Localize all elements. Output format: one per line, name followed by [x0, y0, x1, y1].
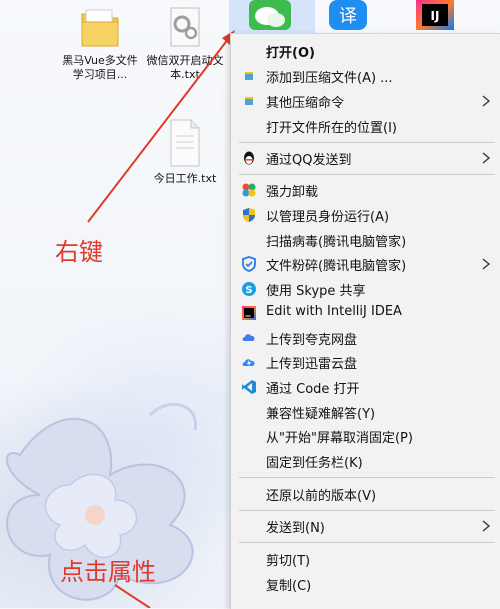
menu-item-label: 兼容性疑难解答(Y) [266, 407, 376, 422]
menu-item-force-uninstall[interactable]: 强力卸载 [231, 178, 500, 202]
menu-item-unpin-start[interactable]: 从"开始"屏幕取消固定(P) [231, 424, 500, 448]
menu-item-edit-intellij[interactable]: Edit with IntelliJ IDEA [231, 301, 500, 325]
vscode-icon [241, 379, 257, 395]
menu-item-label: 强力卸载 [266, 185, 319, 200]
menu-item-run-as-admin[interactable]: 以管理员身份运行(A) [231, 203, 500, 227]
desktop-icon-label: 今日工作.txt [153, 172, 217, 185]
desktop-icon-label: 黑马Vue多文件学习项目... [62, 54, 138, 81]
shredder-icon [241, 256, 257, 272]
menu-item-upload-quark[interactable]: 上传到夸克网盘 [231, 326, 500, 350]
menu-item-open[interactable]: 打开(O) [231, 39, 500, 63]
menu-item-label: 发送到(N) [266, 521, 325, 536]
submenu-arrow-icon [482, 95, 491, 107]
menu-item-upload-xunlei[interactable]: 上传到迅雷云盘 [231, 350, 500, 374]
context-menu: 打开(O) 添加到压缩文件(A) ... 其他压缩命令 打开文件所在的位置(I)… [230, 33, 500, 609]
menu-item-other-compress[interactable]: 其他压缩命令 [231, 89, 500, 113]
menu-separator [239, 510, 495, 511]
submenu-arrow-icon [482, 258, 491, 270]
menu-item-label: 以管理员身份运行(A) [266, 210, 390, 225]
intellij-small-icon [241, 305, 257, 321]
translate-icon-text: 译 [339, 6, 357, 27]
menu-item-skype-share[interactable]: S 使用 Skype 共享 [231, 277, 500, 301]
menu-item-compat-troubleshoot[interactable]: 兼容性疑难解答(Y) [231, 400, 500, 424]
translate-icon[interactable]: 译 [325, 0, 371, 30]
menu-item-label: 从"开始"屏幕取消固定(P) [266, 431, 413, 446]
menu-separator [239, 542, 495, 543]
menu-item-restore-previous[interactable]: 还原以前的版本(V) [231, 482, 500, 506]
desktop-icon-label: 微信双开启动文本.txt [146, 54, 224, 81]
text-file-icon [170, 119, 200, 167]
annotation-click-properties: 点击属性 [60, 558, 156, 586]
menu-separator [239, 142, 495, 143]
desktop-folder-vue[interactable]: 黑马Vue多文件学习项目... [60, 6, 140, 82]
menu-item-label: 上传到迅雷云盘 [266, 357, 358, 372]
intellij-icon[interactable]: IJ [412, 0, 458, 30]
menu-item-label: 复制(C) [266, 579, 312, 594]
menu-item-label: 通过 Code 打开 [266, 382, 360, 397]
archive-icon [241, 93, 257, 109]
menu-item-label: 上传到夸克网盘 [266, 333, 358, 348]
menu-item-send-to[interactable]: 发送到(N) [231, 514, 500, 538]
menu-item-label: 使用 Skype 共享 [266, 284, 366, 299]
menu-item-label: 其他压缩命令 [266, 96, 345, 111]
menu-item-label: 剪切(T) [266, 554, 311, 569]
submenu-arrow-icon [482, 152, 491, 164]
submenu-arrow-icon [482, 520, 491, 532]
gear-file-icon [170, 7, 200, 47]
skype-icon: S [241, 281, 257, 297]
svg-text:S: S [245, 285, 252, 296]
menu-item-label: 还原以前的版本(V) [266, 489, 377, 504]
qq-icon [241, 150, 257, 166]
annotation-right-click: 右键 [55, 238, 103, 266]
menu-separator [239, 477, 495, 478]
menu-item-label: 固定到任务栏(K) [266, 456, 363, 471]
archive-icon [241, 68, 257, 84]
menu-separator [239, 174, 495, 175]
quark-cloud-icon [241, 330, 257, 346]
menu-item-label: 添加到压缩文件(A) ... [266, 71, 393, 86]
menu-item-add-to-archive[interactable]: 添加到压缩文件(A) ... [231, 64, 500, 88]
menu-item-send-via-qq[interactable]: 通过QQ发送到 [231, 146, 500, 170]
menu-item-open-file-location[interactable]: 打开文件所在的位置(I) [231, 114, 500, 138]
menu-item-cut[interactable]: 剪切(T) [231, 547, 500, 571]
desktop-file-wechat-txt[interactable]: 微信双开启动文本.txt [145, 6, 225, 82]
xunlei-cloud-icon [241, 354, 257, 370]
desktop-file-today-work[interactable]: 今日工作.txt [145, 118, 225, 186]
folder-icon [81, 9, 119, 47]
menu-item-label: 扫描病毒(腾讯电脑管家) [266, 235, 407, 250]
uninstall-icon [241, 182, 257, 198]
intellij-icon-text: IJ [431, 9, 440, 23]
menu-item-pin-taskbar[interactable]: 固定到任务栏(K) [231, 449, 500, 473]
menu-item-label: 文件粉碎(腾讯电脑管家) [266, 259, 407, 274]
menu-item-label: 打开(O) [266, 46, 315, 61]
wechat-icon[interactable] [247, 0, 293, 30]
menu-item-scan-virus[interactable]: 扫描病毒(腾讯电脑管家) [231, 228, 500, 252]
menu-item-copy[interactable]: 复制(C) [231, 572, 500, 596]
shield-icon [241, 207, 257, 223]
menu-item-label: Edit with IntelliJ IDEA [266, 304, 402, 319]
menu-item-open-with-code[interactable]: 通过 Code 打开 [231, 375, 500, 399]
menu-item-file-shred[interactable]: 文件粉碎(腾讯电脑管家) [231, 252, 500, 276]
menu-item-label: 打开文件所在的位置(I) [266, 121, 397, 136]
menu-item-label: 通过QQ发送到 [266, 153, 352, 168]
